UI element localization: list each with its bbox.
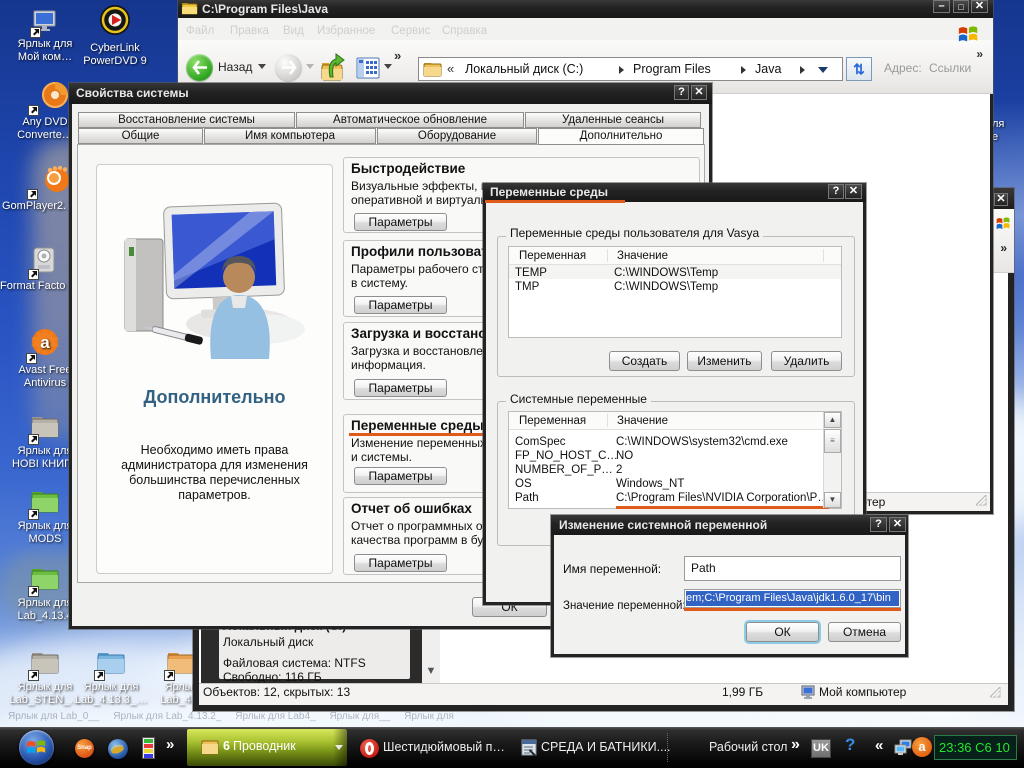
svg-text:a: a	[40, 333, 50, 352]
